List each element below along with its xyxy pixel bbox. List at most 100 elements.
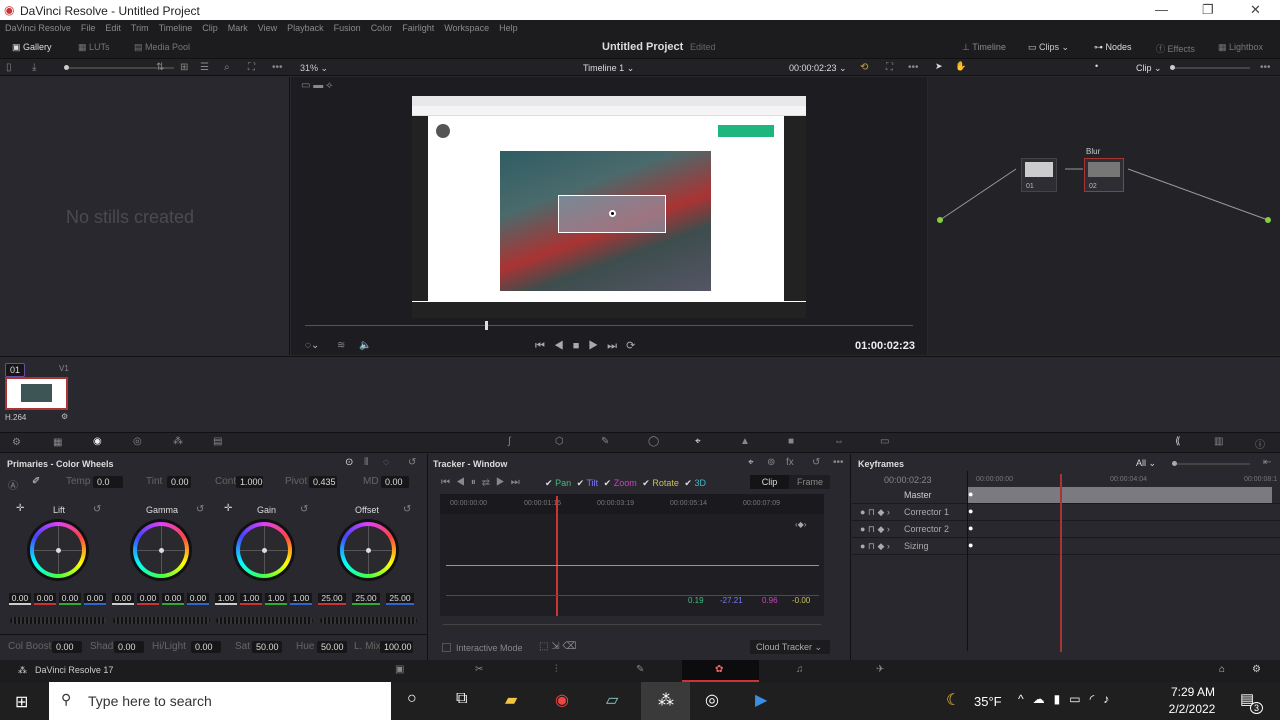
3d-checkbox[interactable]: ✔ <box>684 478 692 488</box>
notepad-icon[interactable]: ▱ <box>606 690 618 710</box>
blur-window[interactable] <box>558 195 666 233</box>
file-explorer-icon[interactable]: ▰ <box>505 690 517 710</box>
viewer-more-icon[interactable]: ••• <box>908 62 919 73</box>
gain-wheel[interactable] <box>236 522 292 578</box>
interactive-mode-checkbox[interactable] <box>442 643 451 652</box>
keyframe-row-sizing[interactable]: ● ⊓ ◆ › Sizing ● <box>852 538 1280 555</box>
clip-mode-button[interactable]: Clip <box>750 475 789 489</box>
chrome-icon[interactable]: ◉ <box>555 690 569 710</box>
keyframe-dot[interactable]: ● <box>968 489 973 499</box>
frame-mode-button[interactable]: Frame <box>790 475 830 487</box>
offset-b[interactable]: 25.00 <box>386 593 414 605</box>
auto-balance-icon[interactable]: Ⓐ <box>8 477 18 492</box>
transport-controls[interactable]: ⏮◀■▶⏭⟳ <box>535 339 644 353</box>
window-icon[interactable]: ◯ <box>648 436 659 447</box>
col-boost-field[interactable]: 0.00 <box>52 641 82 653</box>
menu-workspace[interactable]: Workspace <box>444 23 489 33</box>
info-icon[interactable]: ⓘ <box>1255 436 1265 451</box>
3d-icon[interactable]: ▭ <box>880 436 889 447</box>
clips-button[interactable]: ▭ Clips ⌄ <box>1028 42 1069 53</box>
edit-page-icon[interactable]: ⫶ <box>555 664 558 675</box>
menu-file[interactable]: File <box>81 23 96 33</box>
keyframes-filter[interactable]: All ⌄ <box>1136 458 1156 469</box>
picker-icon[interactable]: ✐ <box>32 476 40 487</box>
log-mode-icon[interactable]: ◌ <box>383 457 389 468</box>
menu-fairlight[interactable]: Fairlight <box>402 23 434 33</box>
lmix-field[interactable]: 100.00 <box>380 641 413 653</box>
clock-time[interactable]: 7:29 AM <box>1168 685 1218 699</box>
menu-timeline[interactable]: Timeline <box>159 23 193 33</box>
tracker-reset-icon[interactable]: ↺ <box>812 457 820 468</box>
gain-y[interactable]: 1.00 <box>215 593 237 605</box>
fullscreen-icon[interactable]: ⛶ <box>886 62 893 73</box>
menu-mark[interactable]: Mark <box>228 23 248 33</box>
keyframes-playhead[interactable] <box>1060 474 1062 652</box>
rotate-checkbox[interactable]: ✔ <box>642 478 650 488</box>
audio-icon[interactable]: 🔈 <box>359 340 371 351</box>
row-controls-icon[interactable]: ● ⊓ ◆ › <box>860 507 890 518</box>
scopes-toggle-icon[interactable]: ⟪ <box>1175 436 1181 447</box>
clip-thumbnail[interactable] <box>5 377 68 410</box>
node-editor[interactable]: 01 Blur 02 <box>928 77 1280 355</box>
gamma-reset-icon[interactable]: ↺ <box>196 504 204 515</box>
lift-g[interactable]: 0.00 <box>59 593 81 605</box>
menu-clip[interactable]: Clip <box>202 23 218 33</box>
gamma-jog-wheel[interactable] <box>113 617 210 624</box>
node-02[interactable]: 02 <box>1084 158 1124 192</box>
gamma-wheel[interactable] <box>133 522 189 578</box>
rgb-mixer-icon[interactable]: ⁂ <box>173 436 183 447</box>
lift-wheel[interactable] <box>30 522 86 578</box>
close-button[interactable]: ✕ <box>1250 2 1261 18</box>
reset-all-icon[interactable]: ↺ <box>408 457 416 468</box>
lift-jog-wheel[interactable] <box>10 617 106 624</box>
sidebar-toggle-icon[interactable]: ▯ <box>6 62 12 73</box>
deliver-page-icon[interactable]: ✈ <box>876 664 884 675</box>
keyframe-dot[interactable]: ● <box>968 540 973 550</box>
menu-help[interactable]: Help <box>499 23 518 33</box>
offset-reset-icon[interactable]: ↺ <box>403 504 411 515</box>
nodes-button[interactable]: ⊶ Nodes <box>1094 42 1132 53</box>
menu-view[interactable]: View <box>258 23 277 33</box>
sort-icon[interactable]: ⇅ <box>156 62 164 73</box>
sat-field[interactable]: 50.00 <box>252 641 282 653</box>
tracker-mode-icon[interactable]: ⌖ <box>748 457 754 468</box>
node-mode-select[interactable]: Clip ⌄ <box>1136 63 1162 74</box>
expand-icon[interactable]: ⇤ <box>1263 457 1271 468</box>
viewer-zoom[interactable]: 31% ⌄ <box>300 63 328 74</box>
color-match-icon[interactable]: ▦ <box>53 437 62 448</box>
node-zoom-slider[interactable] <box>1170 65 1250 70</box>
grab-still-icon[interactable]: ⤓ <box>32 62 36 73</box>
offset-wheel[interactable] <box>340 522 396 578</box>
fx-icon[interactable]: fx <box>786 457 794 468</box>
gain-reset-icon[interactable]: ↺ <box>300 504 308 515</box>
tracker-icon[interactable]: ⌖ <box>695 436 701 447</box>
sizing-icon[interactable]: ⇔ <box>834 436 844 447</box>
offset-r[interactable]: 25.00 <box>318 593 346 605</box>
home-icon[interactable]: ⌂ <box>1219 664 1225 675</box>
settings-icon[interactable]: ⚙ <box>1252 664 1261 675</box>
row-controls-icon[interactable]: ● ⊓ ◆ › <box>860 524 890 535</box>
media-pool-button[interactable]: ▤ Media Pool <box>134 42 190 53</box>
camera-raw-icon[interactable]: ⚙ <box>12 437 21 448</box>
tracker-h-scroll[interactable] <box>443 624 821 625</box>
offset-g[interactable]: 25.00 <box>352 593 380 605</box>
md-field[interactable]: 0.00 <box>381 476 409 488</box>
clip-settings-icon[interactable]: ⚙ <box>61 412 68 421</box>
gamma-r[interactable]: 0.00 <box>137 593 159 605</box>
motion-effects-icon[interactable]: ▤ <box>213 436 222 447</box>
blur-icon[interactable]: ▲ <box>740 436 750 447</box>
menu-trim[interactable]: Trim <box>131 23 149 33</box>
primaries-icon[interactable]: ◉ <box>93 436 102 447</box>
viewer-overlay-icon[interactable]: ◌⌄ <box>305 340 319 351</box>
menu-color[interactable]: Color <box>371 23 393 33</box>
taskbar-search[interactable]: ⚲ Type here to search <box>49 682 391 720</box>
search-icon[interactable]: ⌕ <box>224 62 230 73</box>
hue-field[interactable]: 50.00 <box>317 641 347 653</box>
viewer-frame[interactable] <box>412 96 806 318</box>
cont-field[interactable]: 1.000 <box>236 476 263 488</box>
keyframe-dot[interactable]: ● <box>968 523 973 533</box>
lift-b[interactable]: 0.00 <box>84 593 106 605</box>
fit-icon[interactable]: ⛶ <box>248 62 255 73</box>
scopes-icon[interactable]: ▥ <box>1214 436 1223 447</box>
toolbar-timecode[interactable]: 00:00:02:23 ⌄ <box>789 63 847 74</box>
